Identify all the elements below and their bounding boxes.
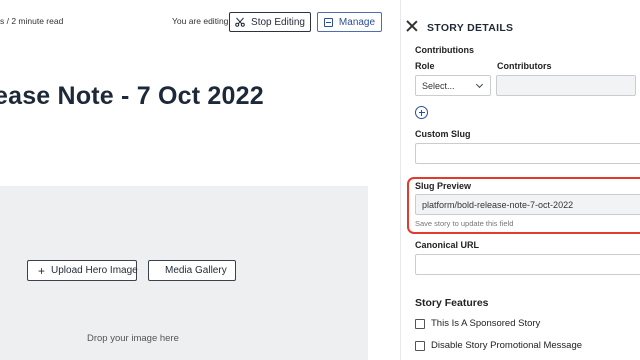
stop-editing-label: Stop Editing [251,16,305,28]
manage-button[interactable]: Manage [317,12,382,32]
stop-editing-button[interactable]: Stop Editing [229,12,311,32]
role-label: Role [415,61,435,71]
media-gallery-button[interactable]: Media Gallery [148,260,236,281]
custom-slug-label: Custom Slug [415,129,471,139]
panel-title: STORY DETAILS [427,22,514,34]
story-editor: s / 2 minute read You are editing Stop E… [0,0,400,360]
canonical-url-input[interactable] [415,254,640,275]
story-title[interactable]: ease Note - 7 Oct 2022 [0,82,264,111]
manage-label: Manage [338,16,376,28]
contributors-input[interactable] [496,75,636,96]
sponsored-story-label: This Is A Sponsored Story [431,318,541,329]
drop-image-hint: Drop your image here [87,333,179,344]
disable-promo-option[interactable]: Disable Story Promotional Message [415,340,582,351]
role-select[interactable]: Select... [415,75,491,96]
add-contribution-icon[interactable] [415,106,428,119]
scissors-icon [235,17,245,27]
story-features-heading: Story Features [415,297,489,309]
sponsored-story-option[interactable]: This Is A Sponsored Story [415,318,540,329]
custom-slug-input[interactable] [415,143,640,164]
disable-promo-label: Disable Story Promotional Message [431,340,583,351]
story-meta: s / 2 minute read [0,16,64,26]
canonical-url-label: Canonical URL [415,240,480,250]
media-gallery-label: Media Gallery [165,265,227,276]
slug-preview-field: platform/bold-release-note-7-oct-2022 [415,194,640,215]
disable-promo-checkbox[interactable] [415,340,425,351]
sponsored-story-checkbox[interactable] [415,318,425,329]
plus-icon: + [38,263,46,278]
close-icon[interactable] [406,20,418,32]
contributions-heading: Contributions [415,45,474,55]
editing-status: You are editing [172,16,229,26]
slug-preview-label: Slug Preview [415,181,472,191]
upload-hero-image-label: Upload Hero Image [51,265,138,276]
role-select-value: Select... [422,81,455,91]
contributors-label: Contributors [497,61,552,71]
slug-preview-help: Save story to update this field [415,219,514,228]
upload-hero-image-button[interactable]: + Upload Hero Image [27,260,138,281]
chevron-down-icon [475,80,484,89]
manage-icon [323,17,333,27]
